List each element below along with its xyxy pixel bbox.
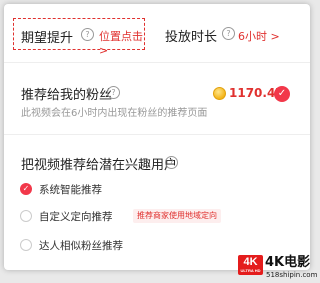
- option-similar-fans[interactable]: 达人相似粉丝推荐: [20, 237, 300, 255]
- question-circle-icon[interactable]: ?: [81, 28, 94, 41]
- option-custom-targeting[interactable]: 自定义定向推荐 推荐商家使用地域定向: [20, 208, 300, 226]
- watermark-logo: 4K ULTRA HD 4K电影 518shipin.com: [238, 255, 318, 281]
- fans-check-icon[interactable]: ✓: [274, 86, 290, 102]
- option-system-smart[interactable]: ✓ 系统智能推荐: [20, 181, 300, 199]
- expect-improve-selector[interactable]: 期望提升 ? 位置点击 >: [13, 18, 145, 57]
- fans-section-title: 推荐给我的粉丝: [21, 88, 113, 103]
- radio-unchecked-icon[interactable]: [20, 239, 32, 251]
- dou-plus-panel: 期望提升 ? 位置点击 > 投放时长 ? 6小时 > 推荐给我的粉丝 ? 此视频…: [4, 4, 310, 270]
- option-label: 达人相似粉丝推荐: [39, 240, 123, 252]
- expect-improve-value[interactable]: 位置点击 >: [99, 28, 144, 57]
- expect-improve-label: 期望提升: [21, 31, 74, 46]
- watermark-site: 518shipin.com: [266, 271, 318, 279]
- option-label: 系统智能推荐: [39, 184, 102, 196]
- potential-section-title: 把视频推荐给潜在兴趣用户: [21, 158, 178, 173]
- duration-value[interactable]: 6小时 >: [238, 28, 280, 44]
- duration-label: 投放时长: [165, 30, 218, 45]
- question-circle-icon[interactable]: ?: [165, 156, 178, 169]
- option-tag: 推荐商家使用地域定向: [133, 209, 221, 223]
- radio-unchecked-icon[interactable]: [20, 210, 32, 222]
- coin-icon: [213, 87, 226, 100]
- radio-checked-icon[interactable]: ✓: [20, 183, 32, 195]
- option-label: 自定义定向推荐: [39, 211, 113, 223]
- divider: [4, 134, 310, 135]
- watermark-title: 4K电影: [265, 255, 311, 270]
- watermark-badge: 4K ULTRA HD: [238, 255, 263, 275]
- top-row: 期望提升 ? 位置点击 > 投放时长 ? 6小时 >: [4, 4, 310, 60]
- divider: [4, 62, 310, 63]
- question-circle-icon[interactable]: ?: [107, 86, 120, 99]
- fans-section-description: 此视频会在6小时内出现在粉丝的推荐页面: [21, 108, 208, 119]
- question-circle-icon[interactable]: ?: [222, 27, 235, 40]
